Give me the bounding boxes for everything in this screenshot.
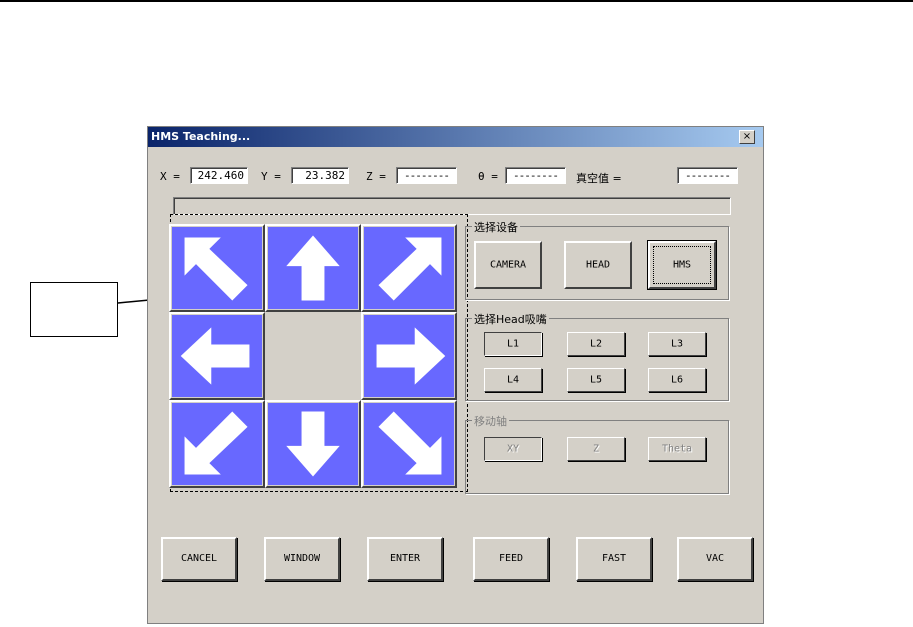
nozzle-l3-label: L3 [670,338,684,350]
window-button[interactable]: WINDOW [264,537,340,581]
camera-button-label: CAMERA [489,259,527,271]
coordinate-readout-row: X = 242.460 Y = 23.382 Z = -------- θ = … [160,167,750,185]
hms-teaching-dialog: HMS Teaching... × X = 242.460 Y = 23.382… [147,126,764,624]
cancel-button[interactable]: CANCEL [161,537,237,581]
nozzle-l4-label: L4 [506,374,520,386]
y-value-field: 23.382 [291,167,349,184]
direction-pad-center [265,312,361,400]
move-axis-group: 移动轴 XY Z Theta [465,413,729,494]
x-value-field: 242.460 [190,167,248,184]
axis-theta-button[interactable]: Theta [648,437,706,461]
title-bar[interactable]: HMS Teaching... × [148,127,763,147]
page-top-rule [0,0,913,2]
hms-button[interactable]: HMS [648,241,716,289]
arrow-up-right-icon [378,237,442,301]
head-nozzle-group-title: 选择Head吸嘴 [472,311,549,327]
axis-z-button[interactable]: Z [567,437,625,461]
nozzle-l5-label: L5 [589,374,603,386]
move-down-right-button[interactable] [361,400,457,488]
x-label: X = [160,170,180,183]
nozzle-l1-label: L1 [506,338,520,350]
nozzle-l6-button[interactable]: L6 [648,368,706,392]
callout-box [30,282,118,337]
enter-button[interactable]: ENTER [367,537,443,581]
arrow-right-icon [376,327,446,385]
head-button[interactable]: HEAD [564,241,632,289]
head-button-label: HEAD [585,259,611,271]
nozzle-l2-button[interactable]: L2 [567,332,625,356]
device-select-group: 选择设备 CAMERA HEAD HMS [465,219,729,300]
close-icon[interactable]: × [739,130,755,144]
nozzle-l3-button[interactable]: L3 [648,332,706,356]
theta-value-field: -------- [505,167,566,184]
axis-z-label: Z [592,443,600,455]
feed-button[interactable]: FEED [473,537,549,581]
vac-button[interactable]: VAC [677,537,753,581]
fast-button[interactable]: FAST [576,537,652,581]
arrow-left-icon [180,327,250,385]
move-axis-group-title: 移动轴 [472,413,509,429]
vacuum-label: 真空值 = [576,172,622,185]
head-nozzle-select-group: 选择Head吸嘴 L1 L2 L3 L4 L5 L6 [465,311,729,401]
z-value-field: -------- [396,167,457,184]
dialog-title: HMS Teaching... [151,130,251,143]
arrow-down-right-icon [378,411,442,475]
nozzle-l2-label: L2 [589,338,603,350]
move-right-button[interactable] [361,312,457,400]
camera-button[interactable]: CAMERA [474,241,542,289]
move-up-right-button[interactable] [361,224,457,312]
nozzle-l6-label: L6 [670,374,684,386]
nozzle-l5-button[interactable]: L5 [567,368,625,392]
nozzle-l1-button[interactable]: L1 [484,332,542,356]
arrow-up-icon [286,235,340,301]
arrow-up-left-icon [184,237,248,301]
arrow-down-icon [286,411,340,477]
arrow-down-left-icon [184,411,248,475]
hms-button-label: HMS [672,259,692,271]
nozzle-l4-button[interactable]: L4 [484,368,542,392]
move-left-button[interactable] [169,312,265,400]
move-down-left-button[interactable] [169,400,265,488]
axis-xy-button[interactable]: XY [484,437,542,461]
status-bar [173,197,731,215]
move-up-button[interactable] [265,224,361,312]
move-down-button[interactable] [265,400,361,488]
theta-label: θ = [478,170,498,183]
move-up-left-button[interactable] [169,224,265,312]
axis-xy-label: XY [506,443,520,455]
vacuum-value-field: -------- [677,167,738,184]
direction-pad [169,224,457,490]
device-group-title: 选择设备 [472,219,520,235]
axis-theta-label: Theta [661,443,693,455]
y-label: Y = [261,170,281,183]
z-label: Z = [366,170,386,183]
